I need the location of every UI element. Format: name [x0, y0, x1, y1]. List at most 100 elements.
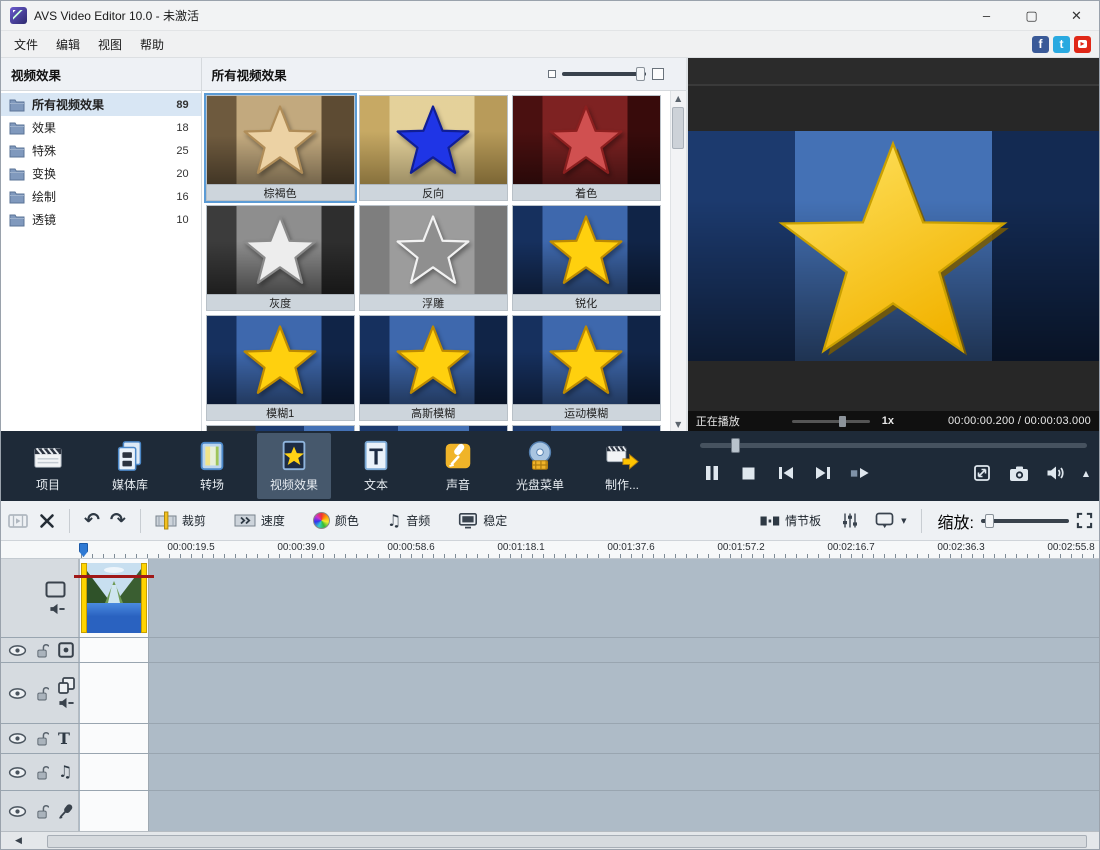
- eye-icon[interactable]: [8, 688, 27, 699]
- effect-tile[interactable]: 高斯模糊: [359, 315, 508, 421]
- clip-right-handle[interactable]: [141, 563, 147, 633]
- close-button[interactable]: ✕: [1054, 1, 1099, 30]
- menu-file[interactable]: 文件: [5, 32, 47, 57]
- facebook-icon[interactable]: f: [1032, 36, 1049, 53]
- fit-timeline-icon[interactable]: [1076, 512, 1093, 529]
- seek-slider[interactable]: [700, 443, 1087, 448]
- speed-slider-thumb[interactable]: [839, 416, 846, 427]
- lock-icon[interactable]: [36, 643, 49, 658]
- fullscreen-button[interactable]: [972, 463, 992, 483]
- lock-icon[interactable]: [36, 686, 49, 701]
- lock-icon[interactable]: [36, 731, 49, 746]
- sidebar-item[interactable]: 特殊25: [1, 139, 201, 162]
- sidebar-item[interactable]: 变换20: [1, 162, 201, 185]
- play-to-button[interactable]: [850, 463, 870, 483]
- effect-tile[interactable]: 浮雕: [359, 205, 508, 311]
- effect-tile[interactable]: 棕褐色: [206, 95, 355, 201]
- twitter-icon[interactable]: t: [1053, 36, 1070, 53]
- scroll-up-icon[interactable]: ▲: [671, 91, 686, 105]
- volume-expand-icon[interactable]: ▲: [1083, 469, 1089, 478]
- storyboard-button[interactable]: 情节板: [760, 512, 821, 529]
- sidebar-item[interactable]: 效果18: [1, 116, 201, 139]
- effect-tile[interactable]: 着色: [512, 95, 661, 201]
- text-track-lane[interactable]: [79, 724, 1099, 753]
- sidebar-item[interactable]: 绘制16: [1, 185, 201, 208]
- scroll-down-icon[interactable]: ▼: [671, 417, 686, 431]
- video-frame-icon[interactable]: [45, 581, 66, 598]
- sidebar-item[interactable]: 透镜10: [1, 208, 201, 231]
- toolbar-tab-text[interactable]: T文本: [339, 433, 413, 499]
- speed-button[interactable]: 速度: [234, 511, 285, 530]
- video-clip[interactable]: [81, 563, 147, 633]
- stop-button[interactable]: [739, 463, 759, 483]
- timeline-ruler[interactable]: 00:00:19.500:00:39.000:00:58.600:01:18.1…: [1, 541, 1099, 559]
- seek-thumb[interactable]: [731, 438, 740, 453]
- thumbnail-zoom-slider[interactable]: [562, 72, 646, 76]
- undo-icon[interactable]: ↶: [84, 511, 100, 530]
- music-track-lane[interactable]: [79, 754, 1099, 790]
- effects-grid-scrollbar[interactable]: ▲ ▼: [670, 91, 686, 431]
- voice-track-lane[interactable]: [79, 791, 1099, 831]
- sidebar-item[interactable]: 所有视频效果89: [1, 93, 201, 116]
- mute-speaker-icon[interactable]: [49, 603, 66, 615]
- youtube-icon[interactable]: ▸: [1074, 36, 1091, 53]
- toolbar-tab-effects[interactable]: 视频效果: [257, 433, 331, 499]
- menu-view[interactable]: 视图: [89, 32, 131, 57]
- overlay-track-lane[interactable]: [79, 663, 1099, 723]
- timeline-zoom-thumb[interactable]: [985, 514, 994, 528]
- folder-icon: [9, 213, 25, 227]
- effect-tile[interactable]: 反向: [359, 95, 508, 201]
- trim-button[interactable]: 裁剪: [155, 511, 206, 530]
- mute-speaker-icon[interactable]: [58, 697, 75, 709]
- effect-tile[interactable]: 锐化: [512, 205, 661, 311]
- scrollbar-thumb[interactable]: [672, 107, 684, 149]
- eye-icon[interactable]: [8, 806, 27, 817]
- delete-icon[interactable]: [39, 513, 55, 529]
- effect-tile-partial[interactable]: [512, 425, 661, 431]
- lock-icon[interactable]: [36, 804, 49, 819]
- eye-icon[interactable]: [8, 645, 27, 656]
- toolbar-tab-disc-menu[interactable]: 光盘菜单: [503, 433, 577, 499]
- zoom-in-icon[interactable]: [652, 68, 664, 80]
- scroll-left-icon[interactable]: ◀: [15, 836, 22, 846]
- eye-icon[interactable]: [8, 733, 27, 744]
- comment-button[interactable]: ▼: [875, 512, 906, 529]
- zoom-slider-thumb[interactable]: [636, 67, 645, 81]
- split-clip-icon[interactable]: [7, 512, 29, 530]
- color-button[interactable]: 颜色: [313, 512, 359, 529]
- pause-button[interactable]: [702, 463, 722, 483]
- menu-help[interactable]: 帮助: [131, 32, 173, 57]
- timeline-zoom-slider[interactable]: [981, 519, 1069, 523]
- effects-track-lane[interactable]: [79, 638, 1099, 662]
- effect-tile[interactable]: 灰度: [206, 205, 355, 311]
- stabilize-button[interactable]: 稳定: [458, 512, 507, 529]
- speed-slider[interactable]: [792, 420, 870, 423]
- effect-tile-partial[interactable]: [359, 425, 508, 431]
- playhead-marker[interactable]: [79, 543, 88, 557]
- volume-button[interactable]: [1046, 463, 1066, 483]
- toolbar-tab-transitions[interactable]: 转场: [175, 433, 249, 499]
- effect-tile[interactable]: 模糊1: [206, 315, 355, 421]
- toolbar-tab-project[interactable]: 项目: [11, 433, 85, 499]
- toolbar-tab-sound[interactable]: 声音: [421, 433, 495, 499]
- minimize-button[interactable]: –: [964, 1, 1009, 30]
- menu-edit[interactable]: 编辑: [47, 32, 89, 57]
- snapshot-button[interactable]: [1009, 463, 1029, 483]
- eye-icon[interactable]: [8, 767, 27, 778]
- effect-tile[interactable]: 运动模糊: [512, 315, 661, 421]
- video-track-lane[interactable]: [79, 559, 1099, 637]
- redo-icon[interactable]: ↷: [110, 511, 126, 530]
- audio-button[interactable]: ♫音频: [387, 512, 430, 529]
- effect-tile-partial[interactable]: [206, 425, 355, 431]
- audio-mixer-icon[interactable]: [841, 512, 859, 529]
- next-frame-button[interactable]: [813, 463, 833, 483]
- timeline-scrollbar-thumb[interactable]: [47, 835, 1087, 848]
- prev-frame-button[interactable]: [776, 463, 796, 483]
- toolbar-tab-produce[interactable]: 制作...: [585, 433, 659, 499]
- maximize-button[interactable]: ▢: [1009, 1, 1054, 30]
- zoom-out-icon[interactable]: [548, 70, 556, 78]
- toolbar-tab-library[interactable]: 媒体库: [93, 433, 167, 499]
- volume-line[interactable]: [74, 575, 154, 578]
- timeline-scrollbar[interactable]: ◀: [1, 831, 1099, 850]
- lock-icon[interactable]: [36, 765, 49, 780]
